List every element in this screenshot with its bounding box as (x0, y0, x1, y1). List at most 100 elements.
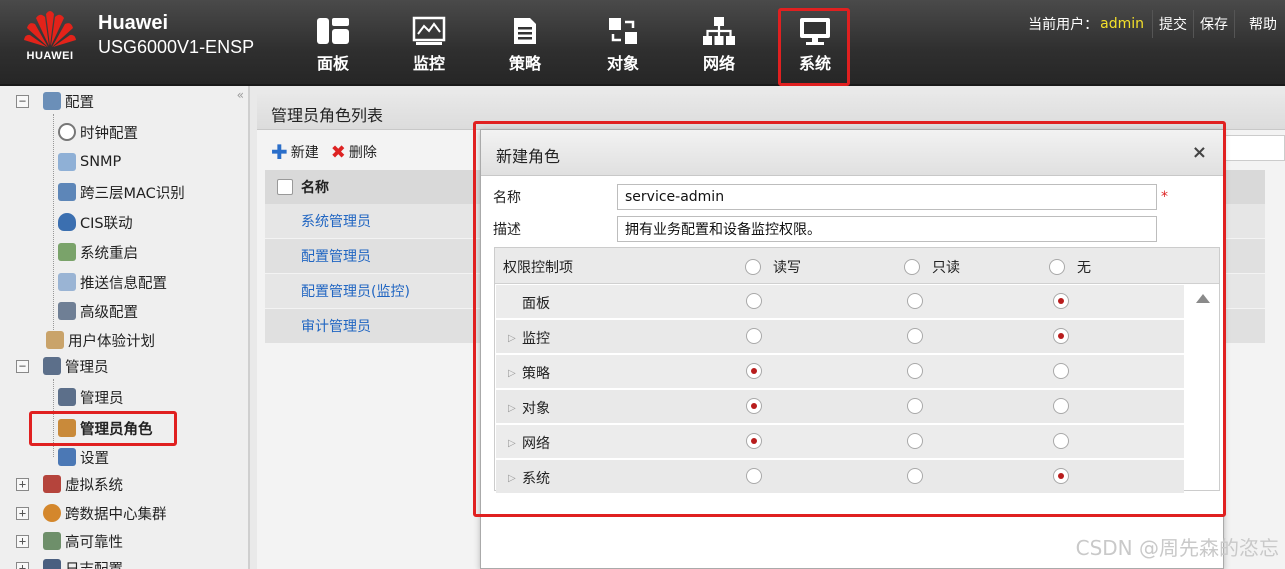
tree-node-config[interactable]: − 配置 (16, 89, 94, 113)
admin-user-icon (58, 388, 76, 406)
tree-node-log[interactable]: + 日志配置 (16, 556, 123, 569)
nav-policy[interactable]: 策略 (490, 14, 560, 80)
cis-shield-icon (58, 213, 76, 231)
logo-text: HUAWEI (26, 50, 74, 62)
tree-label: 虚拟系统 (65, 477, 123, 494)
permission-radio-rw[interactable] (746, 328, 762, 344)
expand-arrow-icon[interactable]: ▷ (508, 368, 522, 379)
nav-network[interactable]: 网络 (684, 14, 754, 80)
tree-label: CIS联动 (80, 215, 133, 232)
tree-label: 系统重启 (80, 245, 138, 262)
permission-radio-none[interactable] (1053, 363, 1069, 379)
tree-item-push[interactable]: 推送信息配置 (58, 270, 167, 294)
tree-node-ha[interactable]: + 高可靠性 (16, 529, 123, 553)
save-button[interactable]: 保存 (1193, 10, 1234, 38)
permission-radio-rw[interactable] (746, 363, 762, 379)
tree-node-ux-plan[interactable]: 用户体验计划 (46, 328, 155, 352)
nav-monitor[interactable]: 监控 (394, 14, 464, 80)
expand-arrow-icon[interactable]: ▷ (508, 403, 522, 414)
permission-label: 策略 (522, 366, 550, 382)
help-button[interactable]: 帮助 (1234, 10, 1285, 38)
tree-label: 管理员 (65, 359, 109, 376)
push-message-icon (58, 273, 76, 291)
scroll-up-arrow-icon[interactable] (1196, 294, 1210, 303)
expand-toggle-icon[interactable]: + (16, 561, 29, 569)
device-model: USG6000V1-ENSP (98, 37, 255, 57)
permission-row: ▷ 系统 (496, 460, 1184, 494)
expand-arrow-icon[interactable]: ▷ (508, 333, 522, 344)
tree-item-mac[interactable]: 跨三层MAC识别 (58, 180, 185, 204)
permission-radio-ro[interactable] (907, 398, 923, 414)
permission-radio-none[interactable] (1053, 328, 1069, 344)
tree-item-restart[interactable]: 系统重启 (58, 240, 138, 264)
tree-label: 高级配置 (80, 304, 138, 321)
tree-node-crossdc[interactable]: + 跨数据中心集群 (16, 501, 167, 525)
tree-node-virtual[interactable]: + 虚拟系统 (16, 472, 123, 496)
expand-arrow-icon[interactable]: ▷ (508, 473, 522, 484)
desc-label: 描述 (493, 222, 521, 238)
select-all-ro-radio[interactable] (904, 259, 920, 275)
permission-radio-rw[interactable] (746, 293, 762, 309)
nav-object[interactable]: 对象 (588, 14, 658, 80)
permission-radio-rw[interactable] (746, 398, 762, 414)
role-name-input[interactable] (617, 184, 1157, 210)
select-all-rw-radio[interactable] (745, 259, 761, 275)
permission-radio-ro[interactable] (907, 433, 923, 449)
tree-item-settings[interactable]: 设置 (58, 445, 109, 469)
tree-item-cis[interactable]: CIS联动 (58, 210, 133, 234)
nav-label: 策略 (508, 54, 541, 73)
role-description-input[interactable] (617, 216, 1157, 242)
perm-header-label: 权限控制项 (503, 260, 573, 276)
collapse-sidebar-icon[interactable]: « (237, 88, 244, 102)
search-input[interactable] (1225, 135, 1285, 161)
expand-arrow-icon[interactable]: ▷ (508, 438, 522, 449)
expand-toggle-icon[interactable]: + (16, 477, 29, 491)
tree-label: 日志配置 (65, 558, 123, 569)
monitor-icon (412, 16, 446, 45)
tree-item-advanced[interactable]: 高级配置 (58, 299, 138, 323)
permission-radio-rw[interactable] (746, 468, 762, 484)
tree-item-clock[interactable]: 时钟配置 (58, 120, 138, 144)
new-role-dialog: 新建角色 × 名称 * 描述 权限控制项 读写 只读 无 面板▷监控▷策略▷对象… (480, 129, 1224, 569)
permission-radio-none[interactable] (1053, 398, 1069, 414)
tree-item-admin[interactable]: 管理员 (58, 385, 124, 409)
settings-icon (58, 448, 76, 466)
permission-radio-none[interactable] (1053, 468, 1069, 484)
nav-label: 面板 (316, 54, 349, 73)
admin-role-highlight (29, 411, 177, 446)
log-config-icon (43, 559, 61, 569)
delete-label: 删除 (348, 145, 377, 161)
header-rw: 读写 (745, 257, 801, 277)
permission-radio-none[interactable] (1053, 433, 1069, 449)
permission-radio-ro[interactable] (907, 363, 923, 379)
submit-button[interactable]: 提交 (1152, 10, 1193, 38)
tree-item-snmp[interactable]: SNMP (58, 150, 121, 174)
permission-row: ▷ 监控 (496, 320, 1184, 354)
permission-radio-none[interactable] (1053, 293, 1069, 309)
ux-plan-icon (46, 331, 64, 349)
vertical-scrollbar[interactable] (1185, 285, 1219, 490)
permission-radio-ro[interactable] (907, 293, 923, 309)
expand-toggle-icon[interactable]: + (16, 534, 29, 548)
current-user-label: 当前用户： (1028, 17, 1099, 33)
list-toolbar: ✚ 新建 ✖ 删除 (271, 140, 389, 164)
delete-button[interactable]: ✖ 删除 (331, 142, 377, 163)
collapse-toggle-icon[interactable]: − (16, 94, 29, 108)
tree-node-admin[interactable]: − 管理员 (16, 354, 109, 378)
nav-label: 监控 (412, 54, 445, 73)
collapse-toggle-icon[interactable]: − (16, 359, 29, 373)
permission-name: ▷ 对象 (508, 398, 550, 418)
permission-radio-ro[interactable] (907, 328, 923, 344)
permission-radio-rw[interactable] (746, 433, 762, 449)
restart-icon (58, 243, 76, 261)
select-all-none-radio[interactable] (1049, 259, 1065, 275)
expand-toggle-icon[interactable]: + (16, 506, 29, 520)
permission-radio-ro[interactable] (907, 468, 923, 484)
permission-row: ▷ 网络 (496, 425, 1184, 459)
new-button[interactable]: ✚ 新建 (271, 140, 319, 164)
select-all-checkbox[interactable] (277, 179, 293, 195)
close-icon[interactable]: × (1192, 142, 1207, 163)
nav-dashboard[interactable]: 面板 (298, 14, 368, 80)
cluster-icon (43, 504, 61, 522)
name-label: 名称 (493, 190, 521, 206)
